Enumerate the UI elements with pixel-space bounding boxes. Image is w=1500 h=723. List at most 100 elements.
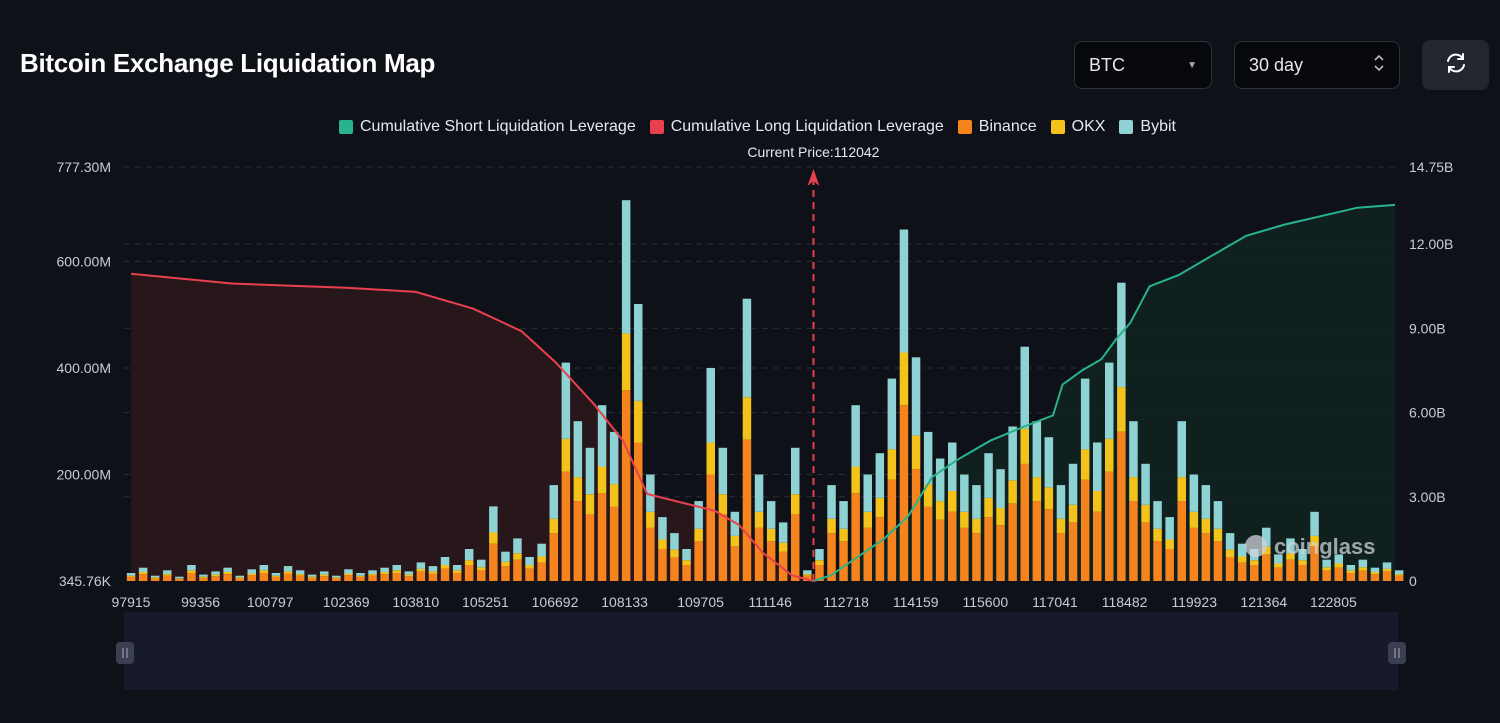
okx-bar (549, 518, 558, 534)
okx-bar (694, 528, 703, 542)
binance-bar (1394, 575, 1404, 581)
bybit-bar (416, 562, 426, 569)
bybit-bar (344, 569, 353, 574)
zoom-slider-handle-right[interactable] (1388, 642, 1406, 664)
okx-bar (537, 556, 546, 563)
okx-bar (525, 565, 534, 569)
okx-bar (863, 511, 872, 528)
binance-bar (694, 541, 703, 581)
okx-bar (283, 571, 293, 574)
bybit-bar (1201, 485, 1211, 519)
binance-bar (1165, 549, 1174, 581)
bybit-bar (1177, 421, 1186, 478)
bybit-bar (670, 533, 679, 550)
binance-bar (1358, 570, 1368, 581)
bybit-bar (452, 565, 462, 571)
okx-bar (175, 578, 184, 579)
zoom-slider-handle-left[interactable] (116, 642, 134, 664)
binance-bar (211, 576, 220, 581)
binance-bar (138, 574, 148, 581)
okx-bar (875, 497, 885, 518)
okx-bar (791, 494, 800, 515)
liquidation-chart: 345.76K 200.00M 400.00M 600.00M 777.30M 0 3.00… (57, 144, 1453, 690)
okx-bar (1201, 518, 1211, 534)
y-right-tick-label: 9.00B (1409, 320, 1446, 336)
x-tick-label: 121364 (1240, 594, 1287, 610)
binance-bar (223, 574, 232, 581)
bybit-bar (839, 501, 848, 529)
okx-bar (1117, 387, 1126, 432)
binance-bar (1153, 541, 1162, 581)
binance-bar (960, 527, 969, 581)
bybit-bar (1068, 463, 1078, 505)
binance-bar (307, 577, 317, 581)
binance-bar (791, 514, 800, 581)
bybit-bar (658, 517, 667, 540)
binance-bar (283, 573, 293, 581)
okx-bar (948, 491, 957, 512)
okx-bar (320, 574, 329, 577)
binance-bar (416, 571, 426, 581)
x-tick-label: 118482 (1102, 594, 1148, 610)
okx-bar (1334, 563, 1343, 568)
binance-bar (537, 562, 546, 581)
y-left-tick-label: 600.00M (57, 253, 111, 269)
okx-bar (658, 539, 667, 550)
binance-bar (1129, 501, 1138, 581)
okx-bar (1370, 571, 1380, 574)
binance-bar (1225, 557, 1235, 581)
x-tick-label: 102369 (323, 594, 370, 610)
y-left-tick-label: 400.00M (57, 360, 111, 376)
okx-bar (163, 574, 172, 576)
bybit-bar (778, 522, 788, 543)
bybit-bar (537, 543, 546, 557)
okx-bar (972, 518, 981, 534)
binance-bar (754, 527, 764, 581)
okx-bar (1165, 539, 1174, 550)
bybit-bar (803, 570, 812, 574)
okx-bar (247, 573, 256, 576)
bybit-bar (935, 458, 945, 502)
okx-bar (271, 575, 281, 577)
okx-bar (344, 573, 353, 576)
okx-bar (1153, 528, 1162, 542)
y-right-tick-label: 0 (1409, 573, 1417, 589)
bybit-bar (827, 485, 836, 519)
bybit-bar (573, 421, 583, 478)
bybit-bar (525, 557, 534, 565)
okx-bar (1080, 449, 1090, 480)
okx-bar (1129, 477, 1138, 502)
okx-bar (211, 574, 220, 577)
binance-bar (561, 471, 571, 581)
binance-bar (875, 517, 885, 581)
bybit-bar (1080, 378, 1090, 450)
okx-bar (585, 494, 595, 515)
binance-bar (996, 525, 1005, 581)
binance-bar (477, 570, 486, 581)
bybit-bar (742, 298, 752, 398)
bybit-bar (138, 567, 148, 572)
bybit-bar (815, 549, 824, 561)
binance-bar (126, 576, 136, 581)
okx-bar (380, 571, 389, 574)
binance-bar (428, 573, 438, 581)
bybit-bar (1358, 559, 1368, 568)
binance-bar (1117, 431, 1126, 581)
x-tick-label: 115600 (962, 594, 1008, 610)
okx-bar (404, 574, 414, 577)
okx-bar (573, 477, 583, 502)
bybit-bar (1165, 517, 1174, 540)
bybit-bar (513, 538, 522, 554)
okx-bar (827, 518, 836, 534)
zoom-slider-track[interactable] (124, 612, 1398, 690)
okx-bar (899, 352, 909, 406)
okx-bar (634, 401, 643, 443)
bybit-bar (1382, 562, 1392, 569)
x-tick-label: 99356 (181, 594, 220, 610)
x-tick-label: 117041 (1032, 594, 1078, 610)
bybit-bar (1394, 570, 1404, 574)
okx-bar (1068, 504, 1078, 523)
bybit-bar (706, 368, 715, 443)
bybit-bar (887, 378, 897, 450)
okx-bar (984, 497, 993, 518)
